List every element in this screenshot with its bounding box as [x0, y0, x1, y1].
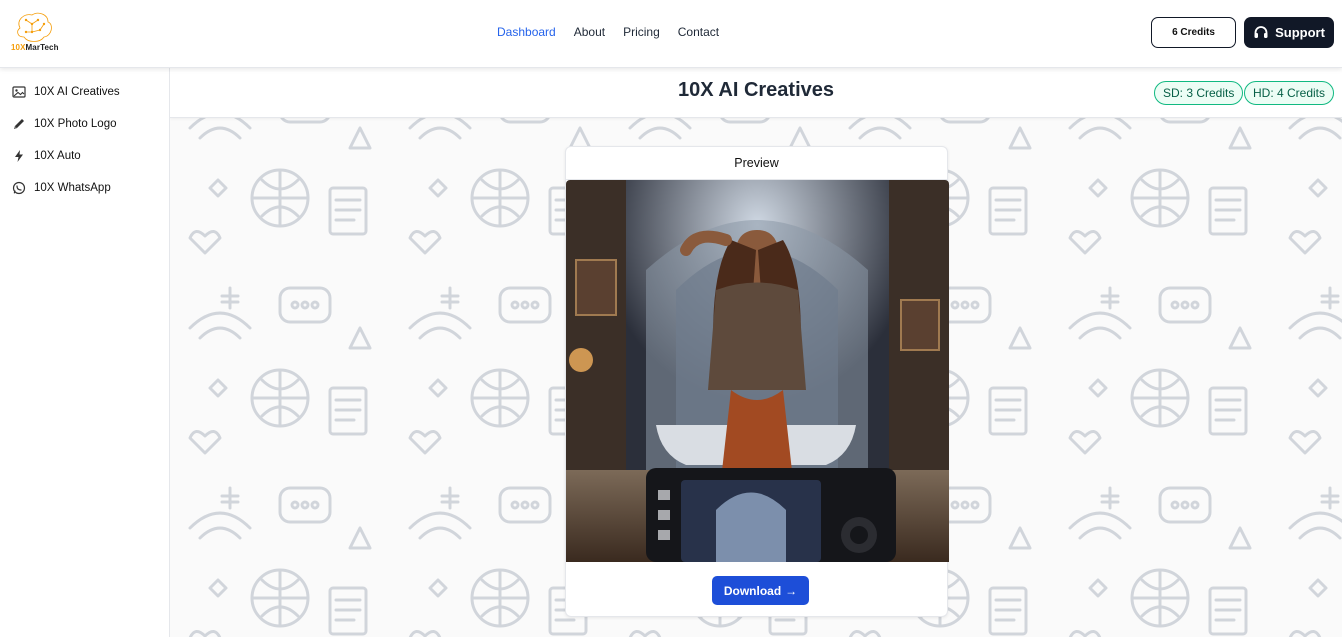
nav-dashboard[interactable]: Dashboard — [497, 25, 556, 39]
hd-credits-badge: HD: 4 Credits — [1244, 81, 1335, 105]
sidebar-item-label: 10X AI Creatives — [34, 86, 120, 98]
sidebar-item-label: 10X Auto — [34, 150, 81, 162]
brain-circuit-icon — [17, 12, 52, 42]
top-header: 10XMarTech Dashboard About Pricing Conta… — [0, 0, 1342, 68]
nav-pricing[interactable]: Pricing — [623, 25, 660, 39]
preview-image[interactable] — [566, 180, 949, 562]
sd-credits-badge: SD: 3 Credits — [1154, 81, 1244, 105]
preview-card-header: Preview — [566, 147, 947, 180]
sidebar: 10X AI Creatives 10X Photo Logo 10X Auto… — [0, 68, 170, 637]
image-icon — [12, 86, 26, 98]
generated-creative-image — [566, 180, 949, 562]
nav-about[interactable]: About — [574, 25, 605, 39]
lightning-icon — [15, 150, 23, 162]
main-nav: Dashboard About Pricing Contact — [497, 25, 719, 39]
page-topbar: 10X AI Creatives SD: 3 Credits HD: 4 Cre… — [170, 68, 1342, 118]
credits-button[interactable]: 6 Credits — [1151, 17, 1236, 48]
support-button[interactable]: Support — [1244, 17, 1334, 48]
pencil-icon — [14, 119, 24, 129]
sidebar-item-label: 10X Photo Logo — [34, 118, 117, 130]
preview-card: Preview Download → — [565, 146, 949, 617]
sidebar-item-auto[interactable]: 10X Auto — [0, 140, 169, 172]
headset-icon — [1254, 25, 1268, 38]
sidebar-item-whatsapp[interactable]: 10X WhatsApp — [0, 172, 169, 204]
whatsapp-icon — [12, 181, 26, 195]
download-label: Download — [723, 583, 782, 598]
arrow-right-icon: → — [785, 583, 798, 598]
sidebar-item-label: 10X WhatsApp — [34, 182, 111, 194]
sidebar-item-ai-creatives[interactable]: 10X AI Creatives — [0, 76, 169, 108]
brand-name: 10XMarTech — [11, 43, 59, 52]
download-button[interactable]: Download → — [712, 576, 809, 605]
brand-suffix: MarTech — [25, 43, 59, 52]
main-content: 10X AI Creatives SD: 3 Credits HD: 4 Cre… — [170, 68, 1342, 637]
nav-contact[interactable]: Contact — [678, 25, 719, 39]
sidebar-item-photo-logo[interactable]: 10X Photo Logo — [0, 108, 169, 140]
support-label: Support — [1275, 25, 1325, 40]
brand-prefix: 10X — [11, 43, 26, 52]
